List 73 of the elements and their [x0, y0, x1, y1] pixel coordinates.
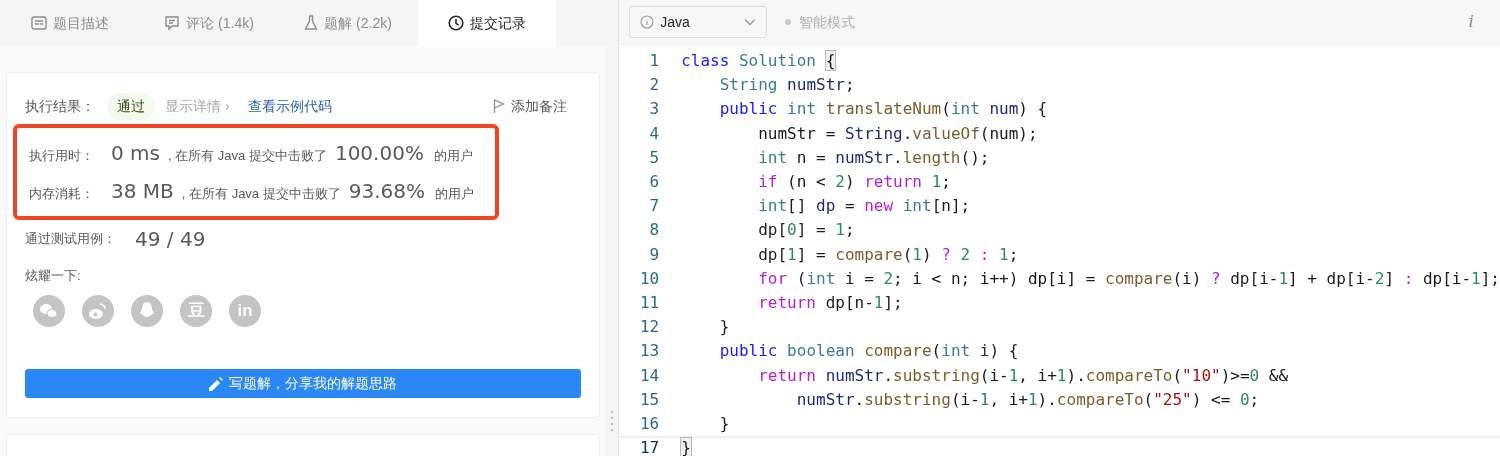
code-line: } — [718, 412, 730, 435]
details-link[interactable]: 显示详情 › — [165, 95, 230, 117]
stat-text: , 在所有 Java 提交中击败了 — [168, 147, 327, 165]
result-label: 执行结果： — [25, 96, 96, 116]
tests-label: 通过测试用例： — [25, 230, 117, 249]
tab[interactable]: 提交记录 — [418, 0, 556, 46]
code-line: return dp[n-1]; — [757, 291, 903, 314]
line-number: 10 — [638, 267, 661, 290]
line-number: 2 — [648, 74, 661, 97]
code-line: for (int i = 2; i < n; i++) dp[i] = compare(i) ? dp[i-1] + dp[i-2] : dp[i-1]; — [757, 267, 1500, 290]
drag-handle-icon[interactable] — [610, 410, 615, 432]
stat-text: 的用户 — [433, 147, 473, 165]
line-number: 5 — [648, 146, 661, 169]
chat-icon[interactable] — [33, 295, 65, 327]
line-number: 7 — [648, 195, 661, 218]
clock-icon — [448, 15, 464, 31]
line-number: 12 — [638, 316, 661, 339]
language-select[interactable]: Java — [629, 6, 768, 38]
caret-icon — [744, 18, 757, 26]
code-line: public int translateNum(int num) { — [718, 98, 1048, 121]
line-number: 16 — [638, 412, 661, 435]
flask-icon — [304, 15, 319, 31]
stat-value: 38 MB — [111, 178, 174, 205]
share-button[interactable]: in — [229, 295, 261, 327]
pencil-icon — [209, 376, 224, 391]
line-number: 13 — [638, 340, 661, 363]
status-badge: 通过 — [107, 92, 155, 120]
line-number: 8 — [648, 219, 661, 242]
add-note-button[interactable]: 添加备注 — [493, 95, 568, 117]
stat-value: 0 ms — [111, 140, 160, 167]
tests-value: 49 / 49 — [135, 226, 206, 253]
tab[interactable]: 题目描述 — [0, 0, 140, 46]
code-line: class Solution { — [681, 50, 836, 73]
info-button[interactable]: i — [1468, 9, 1474, 35]
comment-icon — [164, 15, 181, 31]
stat-text: , 在所有 Java 提交中击败了 — [181, 185, 341, 203]
code-line: dp[1] = compare(1) ? 2 : 1; — [757, 243, 1019, 266]
swirl-icon[interactable] — [82, 295, 114, 327]
line-number: 14 — [638, 364, 661, 387]
code-line: public boolean compare(int i) { — [718, 340, 1019, 363]
tab[interactable]: 题解 (2.2k) — [278, 0, 418, 46]
stat-percent: 100.00% — [334, 140, 424, 167]
penguin-icon[interactable] — [131, 295, 163, 327]
tab[interactable]: 评论 (1.4k) — [140, 0, 278, 46]
code-line: String numStr; — [718, 74, 855, 97]
line-number: 9 — [648, 243, 661, 266]
code-line: return numStr.substring(i-1, i+1).compareTo("10")>=0 && — [757, 364, 1289, 387]
code-line: if (n < 2) return 1; — [757, 171, 951, 194]
share-label: 炫耀一下: — [25, 268, 81, 283]
code-line: dp[0] = 1; — [757, 219, 855, 242]
code-line: int n = numStr.length(); — [757, 146, 990, 169]
code-line: numStr = String.valueOf(num); — [757, 122, 1038, 145]
code-line: int[] dp = new int[n]; — [757, 195, 971, 218]
line-number: 4 — [648, 122, 661, 145]
write-solution-button[interactable]: 写题解，分享我的解题思路 — [25, 369, 582, 398]
line-number: 3 — [648, 98, 661, 121]
line-number: 6 — [648, 171, 661, 194]
line-number: 1 — [648, 50, 661, 73]
line-number: 15 — [638, 388, 661, 411]
document-icon — [31, 16, 47, 30]
flag-icon — [493, 99, 506, 113]
code-line: numStr.substring(i-1, i+1).compareTo("25") <= 0; — [795, 388, 1260, 411]
mode-toggle[interactable]: 智能模式 — [799, 11, 856, 33]
stat-label: 执行用时： — [29, 147, 95, 165]
line-number: 17 — [638, 437, 661, 456]
code-line: } — [718, 316, 730, 339]
stat-text: 的用户 — [435, 185, 474, 203]
stat-label: 内存消耗： — [29, 185, 95, 203]
info-icon — [640, 15, 655, 29]
sample-code-link[interactable]: 查看示例代码 — [247, 95, 332, 117]
stat-percent: 93.68% — [348, 178, 425, 205]
line-number: 11 — [638, 291, 661, 314]
share-button[interactable]: 豆 — [180, 295, 212, 327]
